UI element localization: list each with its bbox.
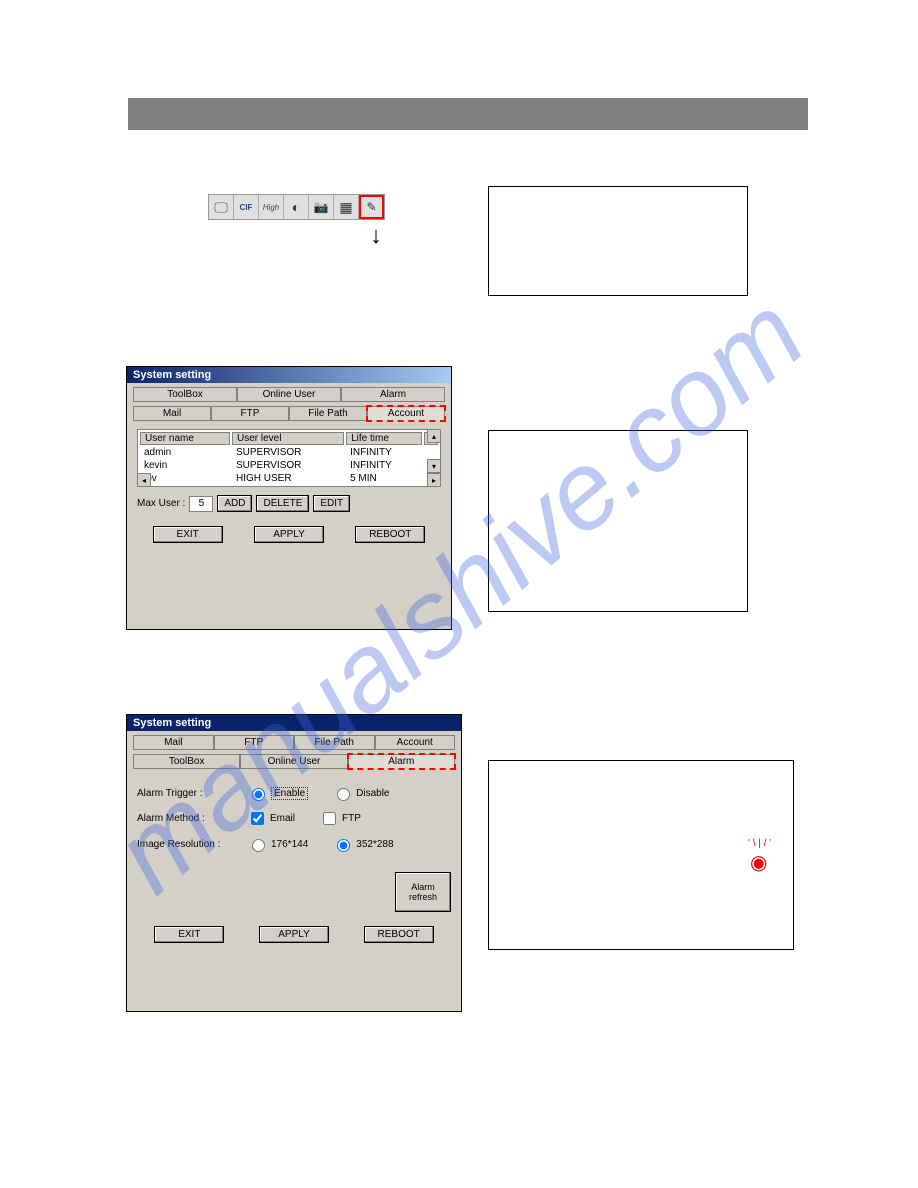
tab-ftp[interactable]: FTP	[214, 735, 295, 750]
exit-button[interactable]: EXIT	[153, 526, 223, 543]
checkbox-ftp-label: FTP	[342, 813, 361, 824]
account-body: User name User level Life time admin SUP…	[127, 421, 451, 520]
user-table-wrap: User name User level Life time admin SUP…	[137, 429, 441, 487]
image-resolution-label: Image Resolution :	[137, 839, 237, 850]
alarm-light-icon	[750, 850, 767, 875]
col-user-name[interactable]: User name	[140, 432, 230, 445]
alarm-trigger-enable[interactable]: Enable	[247, 785, 308, 801]
page-header-banner	[128, 98, 808, 130]
radio-res-b[interactable]	[337, 839, 350, 852]
alarm-trigger-label: Alarm Trigger :	[137, 788, 237, 799]
apply-button[interactable]: APPLY	[254, 526, 324, 543]
radio-res-b-label: 352*288	[356, 839, 393, 850]
max-user-label: Max User :	[137, 498, 185, 509]
checkbox-email-label: Email	[270, 813, 295, 824]
film-icon[interactable]	[334, 195, 359, 219]
scroll-left-icon[interactable]: ◂	[137, 473, 151, 487]
tab-alarm[interactable]: Alarm	[341, 387, 445, 402]
alarm-method-label: Alarm Method :	[137, 813, 237, 824]
tab-ftp[interactable]: FTP	[211, 406, 289, 421]
radio-enable-label: Enable	[271, 787, 308, 800]
settings-icon[interactable]	[359, 195, 384, 219]
image-resolution-row: Image Resolution : 176*144 352*288	[137, 836, 451, 852]
tab-online-user[interactable]: Online User	[240, 754, 347, 769]
user-table: User name User level Life time admin SUP…	[137, 429, 441, 487]
system-setting-account-dialog: System setting ToolBox Online User Alarm…	[126, 366, 452, 630]
radio-enable[interactable]	[252, 788, 265, 801]
dialog1-tabs-row2: Mail FTP File Path Account	[127, 402, 451, 421]
tab-mail[interactable]: Mail	[133, 406, 211, 421]
cell-user: lov	[140, 473, 230, 484]
radio-res-a[interactable]	[252, 839, 265, 852]
info-box-1	[488, 186, 748, 296]
cell-life: INFINITY	[346, 447, 422, 458]
alarm-light-rays: ' \ | / '	[748, 838, 771, 849]
col-life-time[interactable]: Life time	[346, 432, 422, 445]
exit-button[interactable]: EXIT	[154, 926, 224, 943]
checkbox-email[interactable]	[251, 812, 264, 825]
alarm-method-email[interactable]: Email	[247, 809, 295, 828]
cell-user: kevin	[140, 460, 230, 471]
res-176x144[interactable]: 176*144	[247, 836, 308, 852]
camera-icon[interactable]	[309, 195, 334, 219]
tab-alarm[interactable]: Alarm	[348, 754, 455, 769]
arrow-down-icon: ↓	[370, 222, 382, 250]
cell-level: HIGH USER	[232, 473, 344, 484]
radio-disable[interactable]	[337, 788, 350, 801]
cell-life: INFINITY	[346, 460, 422, 471]
icon-toolbar: CIF High	[208, 194, 385, 220]
cell-user: admin	[140, 447, 230, 458]
tab-toolbox[interactable]: ToolBox	[133, 754, 240, 769]
max-user-input[interactable]	[189, 496, 213, 512]
table-row[interactable]: lov HIGH USER 5 MIN	[140, 473, 438, 484]
cell-level: SUPERVISOR	[232, 447, 344, 458]
monitor-icon[interactable]	[209, 195, 234, 219]
scroll-right-icon[interactable]: ▸	[427, 473, 441, 487]
table-row[interactable]: admin SUPERVISOR INFINITY	[140, 447, 438, 458]
tab-account[interactable]: Account	[367, 406, 445, 421]
checkbox-ftp[interactable]	[323, 812, 336, 825]
tab-account[interactable]: Account	[375, 735, 456, 750]
tab-toolbox[interactable]: ToolBox	[133, 387, 237, 402]
col-user-level[interactable]: User level	[232, 432, 344, 445]
dialog-title: System setting	[127, 715, 461, 731]
alarm-trigger-disable[interactable]: Disable	[332, 785, 389, 801]
dialog-title: System setting	[127, 367, 451, 383]
dialog1-footer: EXIT APPLY REBOOT	[127, 520, 451, 553]
dialog2-tabs-row1: Mail FTP File Path Account	[127, 731, 461, 750]
cell-life: 5 MIN	[346, 473, 422, 484]
max-user-controls: Max User : ADD DELETE EDIT	[137, 495, 441, 512]
cell-level: SUPERVISOR	[232, 460, 344, 471]
alarm-method-row: Alarm Method : Email FTP	[137, 809, 451, 828]
contrast-icon[interactable]	[284, 195, 309, 219]
add-button[interactable]: ADD	[217, 495, 252, 512]
tab-online-user[interactable]: Online User	[237, 387, 341, 402]
dialog2-tabs-row2: ToolBox Online User Alarm	[127, 750, 461, 769]
alarm-body: Alarm Trigger : Enable Disable Alarm Met…	[127, 769, 461, 920]
scroll-down-icon[interactable]: ▾	[427, 459, 441, 473]
dialog2-footer: EXIT APPLY REBOOT	[127, 920, 461, 953]
res-352x288[interactable]: 352*288	[332, 836, 393, 852]
alarm-refresh-button[interactable]: Alarm refresh	[395, 872, 451, 912]
reboot-button[interactable]: REBOOT	[364, 926, 434, 943]
dialog1-tabs-row1: ToolBox Online User Alarm	[127, 383, 451, 402]
tab-file-path[interactable]: File Path	[289, 406, 367, 421]
alarm-method-ftp[interactable]: FTP	[319, 809, 361, 828]
cif-icon[interactable]: CIF	[234, 195, 259, 219]
scroll-up-icon[interactable]: ▴	[427, 429, 441, 443]
radio-disable-label: Disable	[356, 788, 389, 799]
radio-res-a-label: 176*144	[271, 839, 308, 850]
info-box-3	[488, 760, 794, 950]
alarm-trigger-row: Alarm Trigger : Enable Disable	[137, 785, 451, 801]
tab-file-path[interactable]: File Path	[294, 735, 375, 750]
tab-mail[interactable]: Mail	[133, 735, 214, 750]
info-box-2	[488, 430, 748, 612]
delete-button[interactable]: DELETE	[256, 495, 309, 512]
apply-button[interactable]: APPLY	[259, 926, 329, 943]
high-icon[interactable]: High	[259, 195, 284, 219]
edit-button[interactable]: EDIT	[313, 495, 350, 512]
reboot-button[interactable]: REBOOT	[355, 526, 425, 543]
system-setting-alarm-dialog: System setting Mail FTP File Path Accoun…	[126, 714, 462, 1012]
table-row[interactable]: kevin SUPERVISOR INFINITY	[140, 460, 438, 471]
